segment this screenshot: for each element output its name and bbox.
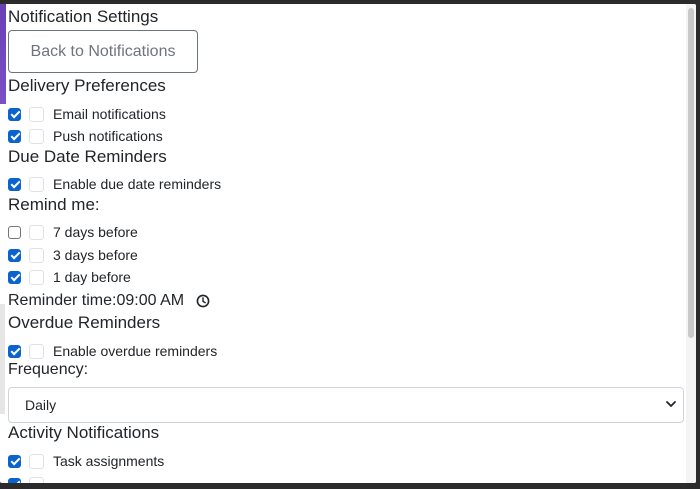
seven-days-before-checkbox[interactable] — [8, 225, 21, 239]
enable-overdue-reminders-checkbox[interactable] — [8, 344, 21, 358]
chevron-down-icon — [666, 401, 676, 407]
push-notifications-row[interactable]: Push notifications — [8, 127, 163, 145]
task-assignments-checkbox[interactable] — [8, 454, 21, 468]
next-activity-row[interactable] — [8, 475, 44, 483]
accent-strip — [0, 4, 6, 104]
enable-overdue-reminders-toggle-box[interactable] — [29, 343, 44, 359]
enable-due-date-reminders-row[interactable]: Enable due date reminders — [8, 175, 221, 193]
remind-me-label: Remind me: — [8, 195, 100, 214]
reminder-time-row: Reminder time: 09:00 AM — [8, 291, 210, 311]
reminder-time-input[interactable]: 09:00 AM — [116, 292, 184, 310]
one-day-before-label: 1 day before — [53, 269, 131, 285]
next-activity-toggle-box[interactable] — [29, 476, 44, 483]
enable-due-date-reminders-checkbox[interactable] — [8, 177, 21, 191]
email-notifications-checkbox[interactable] — [8, 107, 21, 121]
left-divider — [0, 304, 5, 414]
vertical-scrollbar[interactable] — [686, 4, 696, 483]
enable-overdue-reminders-label: Enable overdue reminders — [53, 343, 218, 359]
delivery-preferences-heading: Delivery Preferences — [8, 76, 166, 95]
three-days-before-toggle-box[interactable] — [29, 247, 44, 263]
seven-days-before-toggle-box[interactable] — [29, 224, 44, 240]
enable-due-date-reminders-toggle-box[interactable] — [29, 176, 44, 192]
enable-overdue-reminders-row[interactable]: Enable overdue reminders — [8, 342, 217, 360]
due-date-reminders-heading: Due Date Reminders — [8, 147, 167, 166]
scrollbar-thumb[interactable] — [688, 8, 694, 338]
back-to-notifications-button[interactable]: Back to Notifications — [8, 30, 198, 73]
three-days-before-label: 3 days before — [53, 247, 138, 263]
clock-icon[interactable] — [196, 294, 210, 308]
frequency-select[interactable]: Daily — [8, 387, 684, 423]
page-title: Notification Settings — [8, 7, 159, 26]
one-day-before-toggle-box[interactable] — [29, 269, 44, 285]
seven-days-before-label: 7 days before — [53, 224, 138, 240]
one-day-before-row[interactable]: 1 day before — [8, 268, 131, 286]
three-days-before-row[interactable]: 3 days before — [8, 246, 138, 264]
task-assignments-label: Task assignments — [53, 453, 165, 469]
three-days-before-checkbox[interactable] — [8, 248, 21, 262]
enable-due-date-reminders-label: Enable due date reminders — [53, 176, 222, 192]
email-notifications-label: Email notifications — [53, 106, 166, 122]
frequency-selected-value: Daily — [25, 397, 57, 413]
push-notifications-checkbox[interactable] — [8, 129, 21, 143]
activity-notifications-heading: Activity Notifications — [8, 423, 160, 442]
task-assignments-row[interactable]: Task assignments — [8, 452, 164, 470]
email-notifications-row[interactable]: Email notifications — [8, 105, 166, 123]
settings-panel: Notification Settings Back to Notificati… — [0, 4, 696, 483]
overdue-reminders-heading: Overdue Reminders — [8, 313, 161, 332]
one-day-before-checkbox[interactable] — [8, 270, 21, 284]
task-assignments-toggle-box[interactable] — [29, 453, 44, 469]
seven-days-before-row[interactable]: 7 days before — [8, 223, 138, 241]
next-activity-checkbox[interactable] — [8, 477, 21, 483]
push-notifications-toggle-box[interactable] — [29, 128, 44, 144]
push-notifications-label: Push notifications — [53, 128, 163, 144]
email-notifications-toggle-box[interactable] — [29, 106, 44, 122]
frequency-label: Frequency: — [8, 361, 89, 378]
reminder-time-label: Reminder time: — [8, 292, 117, 309]
